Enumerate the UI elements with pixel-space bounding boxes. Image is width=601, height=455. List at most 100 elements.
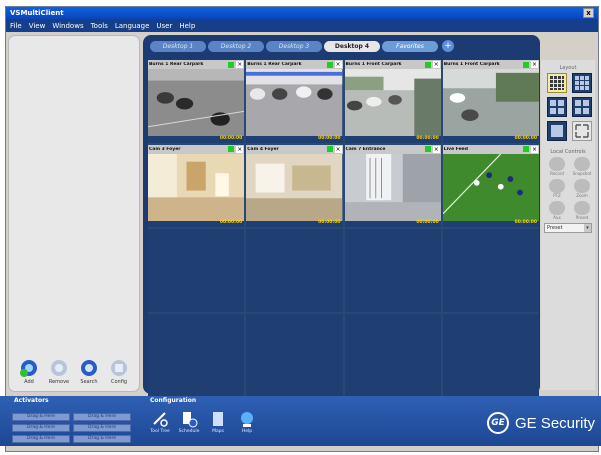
camera-tree-panel: Add Remove Search Config	[8, 35, 140, 392]
camera-header: Cam 3 Foyer ×	[148, 144, 245, 154]
menu-file[interactable]: File	[10, 22, 22, 30]
control-buttons: Record Snapshot PTZ Zoom Aux Preset	[541, 157, 595, 220]
camera-timestamp: 00:00:00	[514, 220, 537, 225]
empty-camera-slot[interactable]	[246, 229, 343, 312]
config-camera-button[interactable]: Config	[107, 358, 131, 385]
video-grid: Burns 1 Rear Carpark × 00:00:00 Burns 1 …	[148, 60, 539, 396]
camera-name: Burns 1 Front Carpark	[345, 62, 402, 67]
close-button[interactable]: x	[583, 8, 594, 18]
empty-camera-slot[interactable]	[344, 313, 441, 396]
camera-tile[interactable]: Burns 1 Front Carpark × 00:00:00	[442, 60, 539, 143]
menu-user[interactable]: User	[156, 22, 172, 30]
close-camera-button[interactable]: ×	[236, 61, 244, 68]
layout-2x2-button[interactable]	[547, 97, 567, 117]
camera-header: Burns 1 Front Carpark ×	[442, 60, 539, 69]
maps-label: Maps	[212, 429, 224, 434]
empty-camera-slot[interactable]	[344, 229, 441, 312]
camera-video-feed	[344, 153, 441, 221]
close-camera-button[interactable]: ×	[334, 145, 342, 153]
tool-tree-button[interactable]: Tool Tree	[148, 409, 172, 434]
empty-camera-slot[interactable]	[246, 313, 343, 396]
menu-view[interactable]: View	[29, 22, 46, 30]
help-label: Help	[241, 429, 253, 434]
map-icon	[208, 409, 228, 429]
controls-section-label: Local Controls	[550, 149, 586, 155]
record-button[interactable]: Record	[546, 157, 568, 176]
camera-tile[interactable]: Cam 3 Foyer × 00:00:00	[148, 144, 245, 227]
camera-video-feed	[442, 153, 539, 221]
close-camera-button[interactable]: ×	[432, 61, 440, 68]
layout-4x4-button[interactable]	[547, 73, 567, 93]
remove-label: Remove	[48, 379, 70, 385]
menu-tools[interactable]: Tools	[91, 22, 108, 30]
activator-slot[interactable]: Drag & Here	[73, 413, 131, 421]
camera-tile[interactable]: Burns 1 Rear Carpark × 00:00:00	[246, 60, 343, 143]
ge-logo: GE	[486, 412, 509, 434]
camera-timestamp: 00:00:00	[416, 135, 439, 141]
ptz-button[interactable]: PTZ	[546, 179, 568, 198]
remove-camera-button[interactable]: Remove	[47, 358, 71, 385]
preset-select[interactable]: Preset ▾	[544, 223, 592, 233]
tools-icon	[150, 409, 170, 429]
close-camera-button[interactable]: ×	[531, 61, 538, 68]
activator-slot[interactable]: Drag & Here	[73, 424, 131, 432]
activator-slot[interactable]: Drag & Here	[12, 424, 70, 432]
empty-camera-slot[interactable]	[442, 313, 539, 396]
empty-camera-slot[interactable]	[148, 229, 245, 312]
ptz-icon	[549, 179, 565, 193]
configuration-tools: Tool Tree Schedule Maps Help	[148, 409, 259, 434]
close-camera-button[interactable]: ×	[334, 61, 342, 68]
menu-help[interactable]: Help	[179, 22, 195, 30]
layout-section-label: Layout	[559, 65, 577, 71]
schedule-label: Schedule	[178, 429, 200, 434]
activator-slot[interactable]: Drag & Here	[73, 435, 131, 443]
close-camera-button[interactable]: ×	[236, 145, 244, 153]
activator-slot[interactable]: Drag & Here	[12, 413, 70, 421]
camera-timestamp: 00:00:00	[219, 220, 243, 225]
preset-button[interactable]: Preset	[571, 201, 593, 220]
close-camera-button[interactable]: ×	[531, 145, 538, 153]
camera-tile[interactable]: Burns 1 Front Carpark × 00:00:00	[344, 60, 441, 143]
search-camera-button[interactable]: Search	[77, 358, 101, 385]
camera-timestamp: 00:00:00	[514, 135, 537, 141]
tab-desktop-1[interactable]: Desktop 1	[150, 40, 206, 52]
menu-windows[interactable]: Windows	[52, 22, 83, 30]
camera-tile[interactable]: Live Feed × 00:00:00	[442, 144, 539, 227]
maps-button[interactable]: Maps	[206, 409, 230, 434]
zoom-button[interactable]: Zoom	[571, 179, 593, 198]
empty-camera-slot[interactable]	[148, 313, 245, 396]
menu-language[interactable]: Language	[115, 22, 150, 30]
tab-desktop-4[interactable]: Desktop 4	[324, 40, 380, 52]
tab-desktop-2[interactable]: Desktop 2	[208, 40, 264, 52]
schedule-button[interactable]: Schedule	[177, 409, 201, 434]
camera-name: Cam 4 Foyer	[247, 146, 279, 152]
layout-1x1-button[interactable]	[547, 121, 567, 141]
add-camera-button[interactable]: Add	[17, 358, 41, 385]
activator-slot[interactable]: Drag & Here	[12, 435, 70, 443]
layout-2x2-alt-button[interactable]	[572, 97, 592, 117]
camera-name: Live Feed	[443, 146, 468, 152]
camera-name: Cam 7 Entrance	[345, 146, 386, 152]
aux-button[interactable]: Aux	[546, 201, 568, 220]
tab-favorites[interactable]: Favorites	[382, 40, 438, 52]
activator-slots: Drag & Here Drag & Here Drag & Here Drag…	[12, 413, 131, 443]
record-indicator-icon	[326, 146, 333, 152]
camera-tile[interactable]: Cam 4 Foyer × 00:00:00	[246, 144, 343, 227]
empty-camera-slot[interactable]	[442, 229, 539, 312]
brand: GE GE Security	[486, 412, 595, 434]
zoom-icon	[574, 179, 590, 193]
camera-name: Burns 1 Rear Carpark	[149, 62, 204, 67]
snapshot-button[interactable]: Snapshot	[571, 157, 593, 176]
tab-desktop-3[interactable]: Desktop 3	[266, 40, 322, 52]
help-button[interactable]: Help	[235, 409, 259, 434]
preset-label: Preset	[575, 215, 589, 220]
activators-label: Activators	[14, 397, 49, 404]
camera-tile[interactable]: Cam 7 Entrance × 00:00:00	[344, 144, 441, 227]
layout-3x3-button[interactable]	[572, 73, 592, 93]
close-camera-button[interactable]: ×	[432, 145, 440, 153]
camera-header: Cam 4 Foyer ×	[246, 144, 343, 154]
fullscreen-button[interactable]	[572, 121, 592, 141]
camera-tile[interactable]: Burns 1 Rear Carpark × 00:00:00	[148, 60, 245, 143]
add-tab-button[interactable]: +	[442, 40, 454, 52]
config-label: Config	[110, 379, 128, 385]
